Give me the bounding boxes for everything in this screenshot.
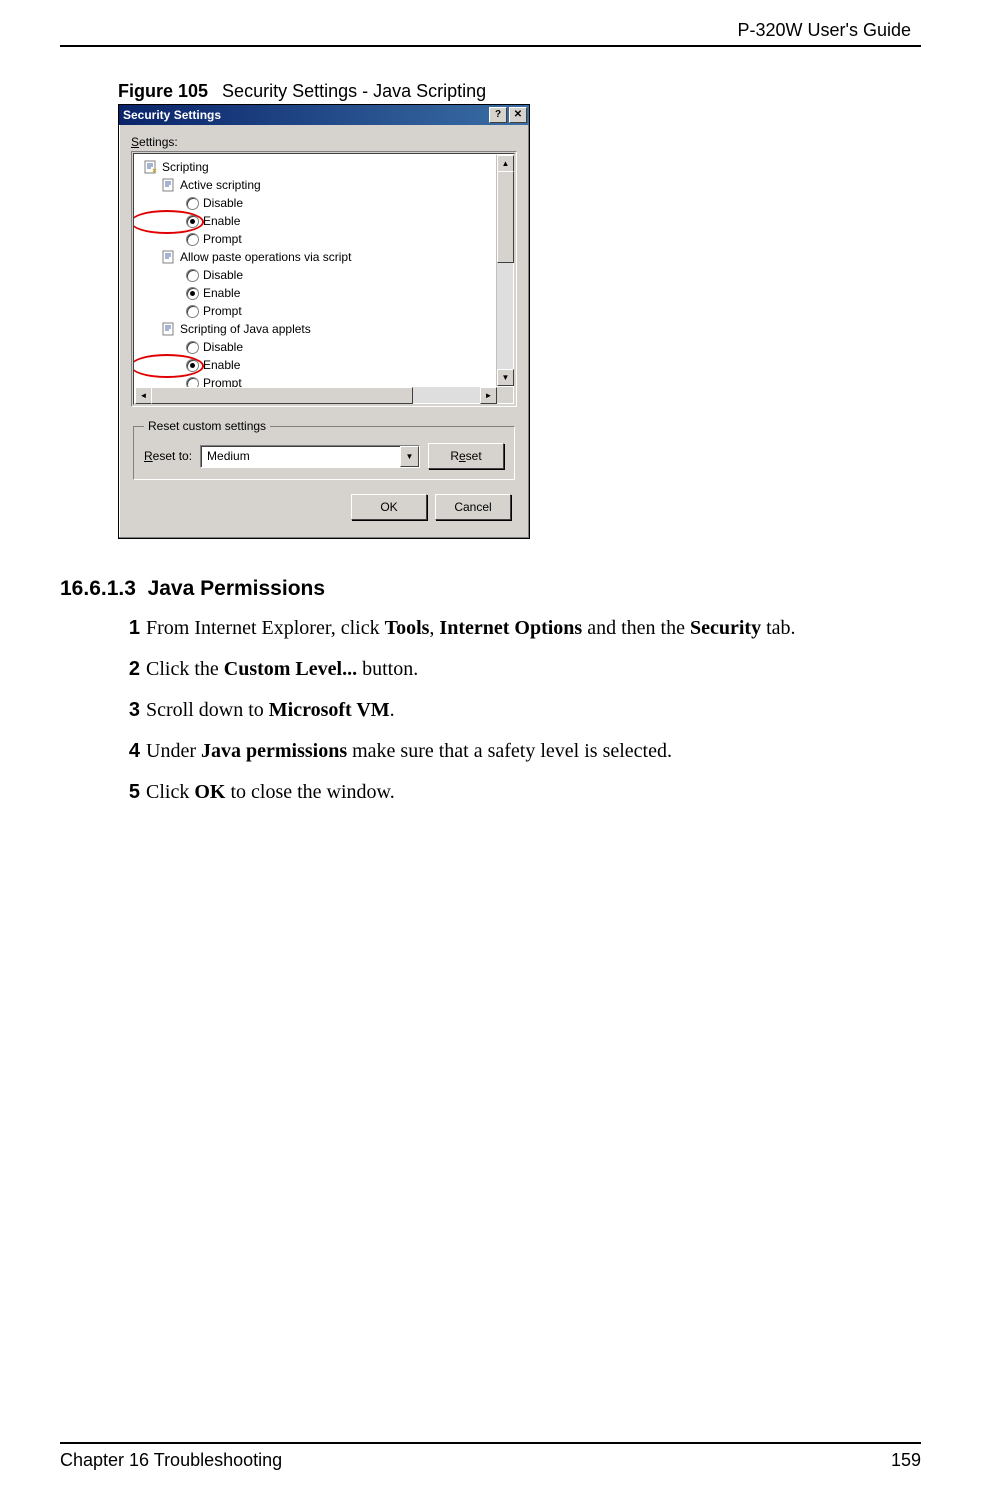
step-item: 4 Under Java permissions make sure that … xyxy=(118,738,921,765)
radio-icon xyxy=(186,233,199,246)
close-button[interactable]: ✕ xyxy=(509,107,527,123)
help-button[interactable]: ? xyxy=(489,107,507,123)
radio-icon xyxy=(186,197,199,210)
radio-option[interactable]: Disable xyxy=(138,338,510,356)
scroll-up-icon[interactable]: ▲ xyxy=(497,155,514,172)
radio-option[interactable]: Prompt xyxy=(138,302,510,320)
figure-title: Security Settings - Java Scripting xyxy=(222,81,486,101)
radio-icon xyxy=(186,341,199,354)
header-guide-title: P-320W User's Guide xyxy=(60,20,921,45)
reset-to-label: Reset to: xyxy=(144,449,192,463)
chevron-down-icon[interactable]: ▼ xyxy=(400,446,419,467)
footer-chapter: Chapter 16 Troubleshooting xyxy=(60,1450,282,1471)
dialog-titlebar[interactable]: Security Settings ? ✕ xyxy=(119,105,529,125)
radio-option[interactable]: Enable xyxy=(138,356,510,374)
radio-icon xyxy=(186,359,199,372)
radio-option[interactable]: Disable xyxy=(138,194,510,212)
settings-tree[interactable]: Scripting Active scripting Disable Enabl… xyxy=(133,153,515,405)
horizontal-scrollbar[interactable]: ◄ ► xyxy=(135,387,497,403)
script-icon xyxy=(162,178,176,192)
section-heading: 16.6.1.3 Java Permissions xyxy=(60,577,921,601)
step-item: 2 Click the Custom Level... button. xyxy=(118,656,921,683)
scroll-corner xyxy=(497,387,513,403)
radio-option[interactable]: Enable xyxy=(138,212,510,230)
reset-custom-settings-group: Reset custom settings Reset to: Medium ▼… xyxy=(133,419,515,480)
tree-group-allow-paste: Allow paste operations via script xyxy=(138,248,510,266)
script-icon xyxy=(144,160,158,174)
radio-icon xyxy=(186,215,199,228)
tree-root-scripting: Scripting xyxy=(138,158,510,176)
scroll-thumb[interactable] xyxy=(497,171,514,263)
radio-icon xyxy=(186,287,199,300)
ok-button[interactable]: OK xyxy=(351,494,427,520)
vertical-scrollbar[interactable]: ▲ ▼ xyxy=(496,155,513,386)
scroll-right-icon[interactable]: ► xyxy=(480,387,497,404)
reset-button[interactable]: Reset xyxy=(428,443,504,469)
script-icon xyxy=(162,250,176,264)
reset-to-combo[interactable]: Medium ▼ xyxy=(200,445,420,468)
scroll-thumb[interactable] xyxy=(151,387,413,404)
footer-page-number: 159 xyxy=(891,1450,921,1471)
figure-label: Figure 105 xyxy=(118,81,208,101)
cancel-button[interactable]: Cancel xyxy=(435,494,511,520)
tree-group-active-scripting: Active scripting xyxy=(138,176,510,194)
radio-icon xyxy=(186,269,199,282)
reset-legend: Reset custom settings xyxy=(144,419,270,433)
radio-option[interactable]: Prompt xyxy=(138,230,510,248)
scroll-left-icon[interactable]: ◄ xyxy=(135,387,152,404)
radio-option[interactable]: Disable xyxy=(138,266,510,284)
step-item: 1 From Internet Explorer, click Tools, I… xyxy=(118,615,921,642)
step-item: 3 Scroll down to Microsoft VM. xyxy=(118,697,921,724)
radio-icon xyxy=(186,305,199,318)
reset-to-value: Medium xyxy=(201,446,400,467)
security-settings-dialog: Security Settings ? ✕ Settings: xyxy=(118,104,530,539)
script-icon xyxy=(162,322,176,336)
steps-list: 1 From Internet Explorer, click Tools, I… xyxy=(118,615,921,806)
scroll-down-icon[interactable]: ▼ xyxy=(497,369,514,386)
step-item: 5 Click OK to close the window. xyxy=(118,779,921,806)
radio-option[interactable]: Enable xyxy=(138,284,510,302)
dialog-title: Security Settings xyxy=(121,108,221,122)
settings-label: Settings: xyxy=(131,135,517,149)
figure-caption: Figure 105 Security Settings - Java Scrip… xyxy=(118,81,921,102)
tree-group-java-applets: Scripting of Java applets xyxy=(138,320,510,338)
